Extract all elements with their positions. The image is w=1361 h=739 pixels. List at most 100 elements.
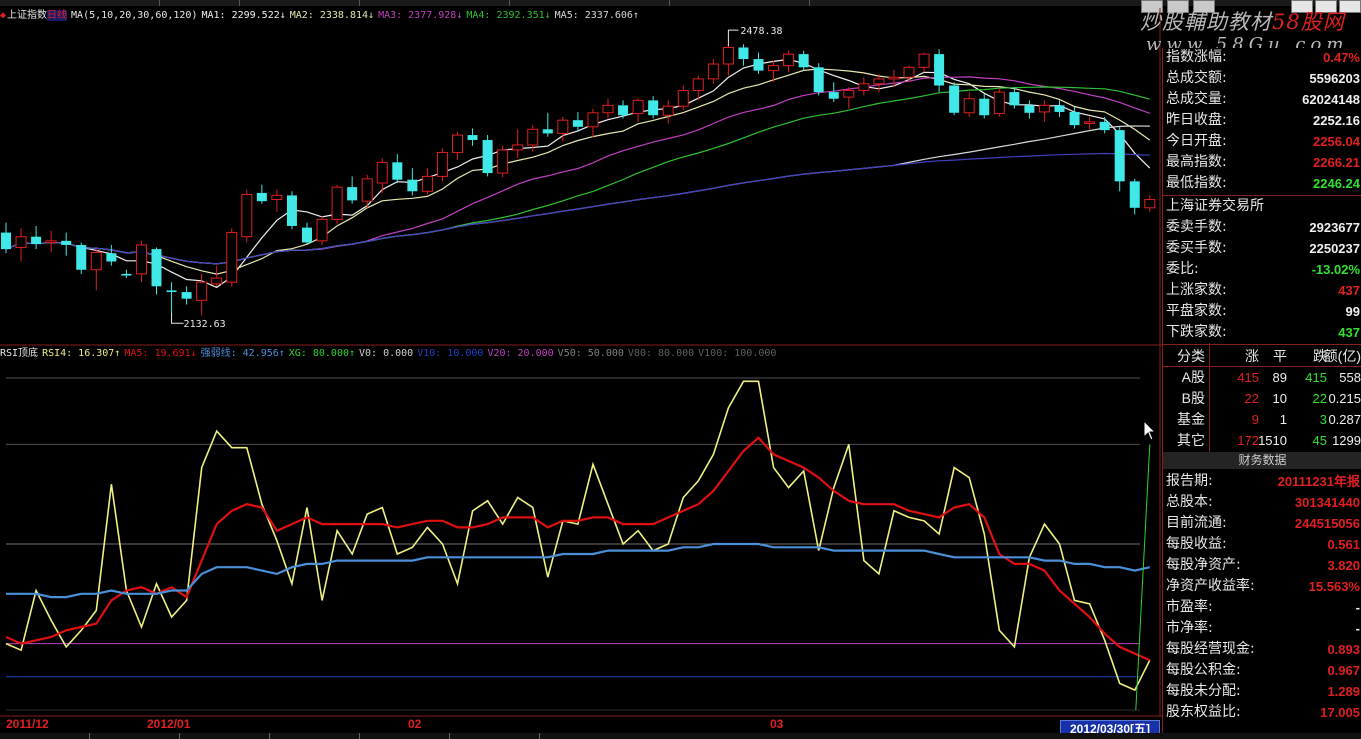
info-value: 0.561: [1327, 537, 1360, 552]
info-label: 市净率:: [1166, 620, 1213, 636]
candle-body: [452, 134, 463, 153]
candle-body: [587, 112, 599, 128]
finance-row[interactable]: 每股未分配: 1.289: [1163, 681, 1361, 702]
info-value: 301341440: [1294, 495, 1360, 510]
exchange-info-row[interactable]: 委卖手数: 2923677: [1163, 217, 1361, 238]
exchange-info-row[interactable]: 委比: -13.02%: [1163, 259, 1361, 280]
index-info-row[interactable]: 最低指数: 2246.24: [1163, 173, 1361, 194]
finance-row[interactable]: 目前流通: 244515056: [1163, 513, 1361, 534]
table-cell: 22: [1312, 391, 1327, 406]
exchange-info-row[interactable]: 委买手数: 2250237: [1163, 238, 1361, 259]
candle-body: [181, 292, 192, 299]
info-value: 99: [1345, 304, 1360, 319]
table-row[interactable]: 其它 172 1510 45 1299: [1163, 430, 1361, 451]
finance-row[interactable]: 股东权益比: 17.005: [1163, 702, 1361, 723]
table-cell: A股: [1181, 369, 1205, 385]
candle-body: [1, 232, 11, 250]
info-label: 总股本:: [1166, 494, 1213, 510]
finance-row[interactable]: 市净率: -: [1163, 618, 1361, 639]
info-value: 244515056: [1294, 516, 1360, 531]
index-info-row[interactable]: 昨日收盘: 2252.16: [1163, 110, 1361, 131]
finance-row[interactable]: 每股经营现金: 0.893: [1163, 639, 1361, 660]
table-row[interactable]: A股 415 89 415 558: [1163, 367, 1361, 388]
bottom-tab[interactable]: [450, 733, 540, 739]
table-row[interactable]: 基金 9 1 3 0.287: [1163, 409, 1361, 430]
table-row[interactable]: B股 22 10 22 0.215: [1163, 388, 1361, 409]
info-label: 每股收益:: [1166, 536, 1227, 552]
finance-title: 财务数据: [1163, 452, 1361, 469]
finance-row[interactable]: 每股公积金: 0.967: [1163, 660, 1361, 681]
candle-body: [783, 53, 795, 67]
exchange-info-row[interactable]: 下跌家数: 437: [1163, 322, 1361, 343]
candle-body: [76, 244, 87, 270]
candle-body: [45, 240, 57, 243]
date-label: 03: [770, 717, 784, 731]
info-label: 每股公积金:: [1166, 662, 1241, 678]
v10-value: V10: 10.000: [417, 348, 484, 359]
table-cell: 415: [1305, 370, 1327, 385]
candle-body: [1144, 199, 1156, 209]
bottom-tab[interactable]: [360, 733, 450, 739]
index-info-row[interactable]: 今日开盘: 2256.04: [1163, 131, 1361, 152]
candle-body: [993, 91, 1005, 115]
candle-body: [482, 140, 493, 174]
candle-body: [1024, 105, 1035, 113]
index-info-row[interactable]: 总成交额: 5596203: [1163, 68, 1361, 89]
candle-body: [392, 162, 403, 180]
low-marker: [171, 313, 184, 324]
info-label: 最低指数:: [1166, 175, 1227, 191]
finance-row[interactable]: 报告期: 20111231年报: [1163, 471, 1361, 492]
table-header-cell: 涨: [1245, 348, 1259, 364]
finance-row[interactable]: 总股本: 301341440: [1163, 492, 1361, 513]
finance-row[interactable]: 每股收益: 0.561: [1163, 534, 1361, 555]
finance-row[interactable]: 每股净资产: 3.820: [1163, 555, 1361, 576]
index-info-row[interactable]: 最高指数: 2266.21: [1163, 152, 1361, 173]
info-value: 437: [1338, 325, 1360, 340]
info-value: 3.820: [1327, 558, 1360, 573]
info-value: -13.02%: [1311, 262, 1360, 277]
rsi-header: RSI顶底 RSI4: 16.307↑ MA5: 19.691↓ 强弱线: 42.95…: [0, 347, 780, 361]
candle-body: [256, 192, 267, 202]
table-cell: 0.287: [1328, 412, 1361, 427]
index-name[interactable]: 上证指数: [7, 10, 47, 21]
candle-body: [166, 290, 177, 293]
candle-body: [31, 236, 42, 245]
candle-body: [753, 59, 764, 71]
rsi-indicator-name[interactable]: RSI顶底: [0, 348, 38, 359]
period-label[interactable]: 日线: [47, 10, 68, 21]
chart-canvas[interactable]: 2478.38 2132.63: [0, 0, 1162, 739]
index-info-row[interactable]: 指数涨幅: 0.47%: [1163, 47, 1361, 68]
finance-row[interactable]: 市盈率: -: [1163, 597, 1361, 618]
info-label: 上涨家数:: [1166, 282, 1227, 298]
expand-icon[interactable]: ◆: [0, 10, 6, 21]
table-cell: 10: [1272, 391, 1287, 406]
high-price-label: 2478.38: [740, 26, 782, 37]
index-info-row[interactable]: 总成交量: 62024148: [1163, 89, 1361, 110]
candle-body: [286, 195, 297, 226]
info-value: -: [1355, 600, 1360, 615]
candle-body: [497, 149, 509, 174]
candle-body: [302, 227, 312, 243]
v100-value: V100: 100.000: [698, 348, 777, 359]
table-cell: 89: [1272, 370, 1287, 385]
table-cell: 其它: [1177, 432, 1205, 448]
table-cell: 22: [1244, 391, 1259, 406]
bottom-tab[interactable]: [90, 733, 180, 739]
info-value: 62024148: [1302, 92, 1360, 107]
ma-params: MA(5,10,20,30,60,120): [71, 10, 198, 21]
candle-body: [121, 273, 132, 276]
exchange-info-row[interactable]: 上涨家数: 437: [1163, 280, 1361, 301]
finance-row[interactable]: 净资产收益率: 15.563%: [1163, 576, 1361, 597]
bottom-tab[interactable]: [270, 733, 360, 739]
ma2-value: MA2: 2338.814↓: [289, 10, 375, 21]
exchange-info-row[interactable]: 平盘家数: 99: [1163, 301, 1361, 322]
bottom-tab[interactable]: [0, 733, 90, 739]
candle-body: [677, 89, 689, 107]
logo-line1: 炒股輔助教材58股网: [1140, 6, 1345, 36]
xg-value: XG: 80.000↑: [288, 348, 356, 359]
table-cell: B股: [1181, 390, 1205, 406]
info-value: 1.289: [1327, 684, 1360, 699]
info-value: 2246.24: [1313, 176, 1360, 191]
candle-body: [557, 119, 569, 134]
bottom-tab[interactable]: [180, 733, 270, 739]
